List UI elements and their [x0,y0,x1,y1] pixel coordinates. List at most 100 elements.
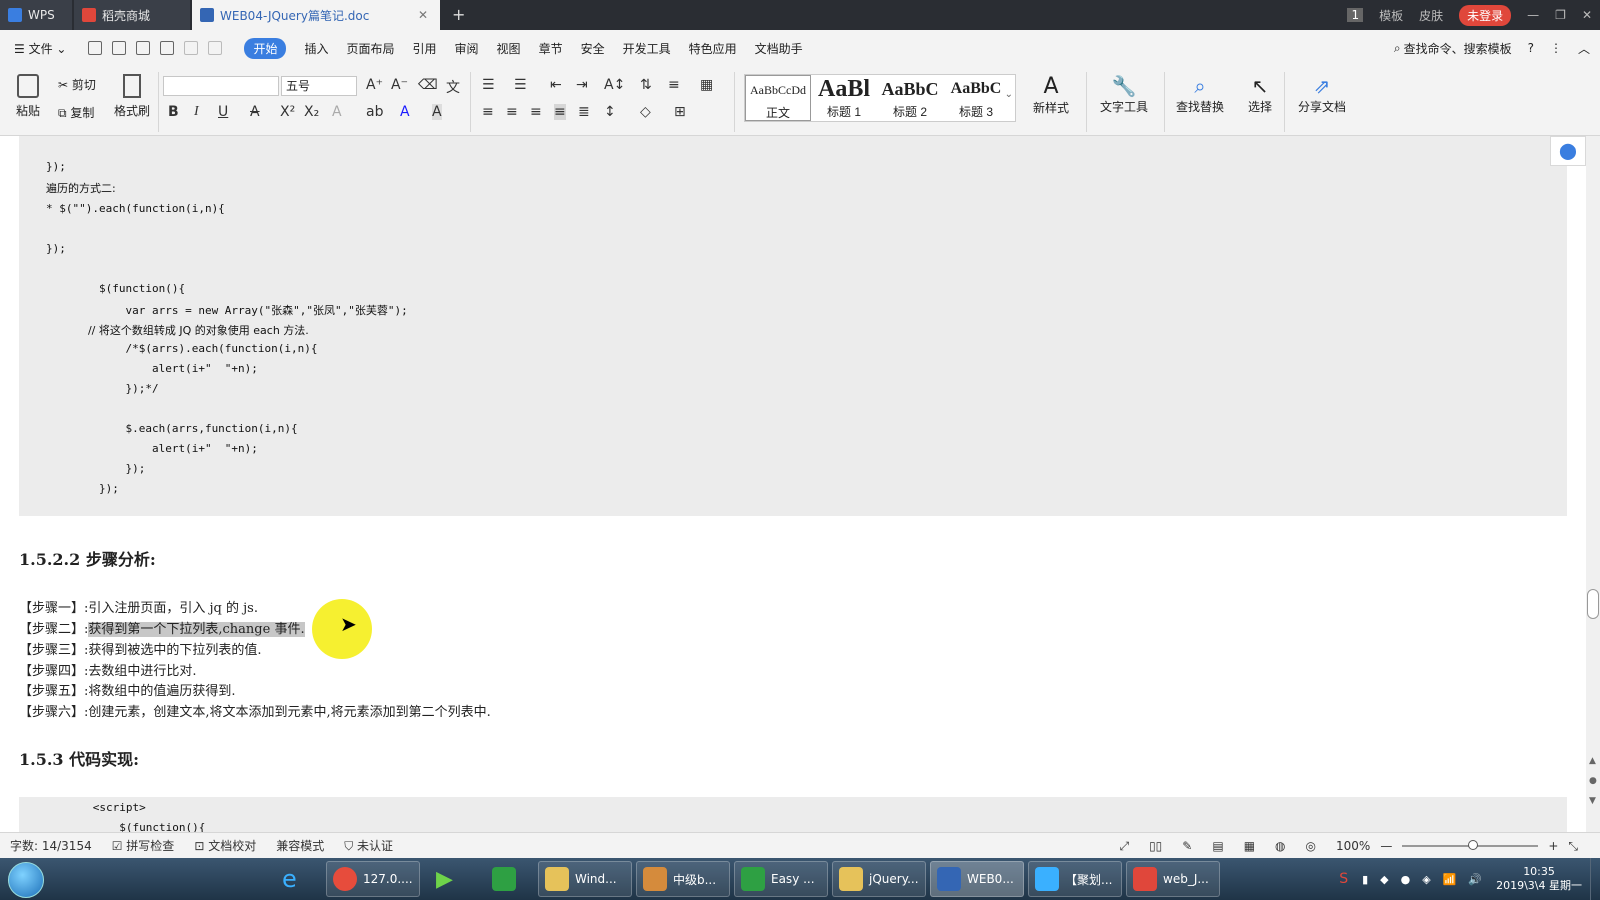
phonetic-guide-icon[interactable]: 文 [446,77,460,97]
eye-protection-icon[interactable]: ◎ [1306,839,1316,853]
file-menu[interactable]: ☰ 文件 ⌄ [14,40,66,57]
paste-button[interactable]: 粘贴 [10,74,46,119]
decrease-font-icon[interactable]: A⁻ [391,77,408,93]
align-left-icon[interactable]: ≡ [482,104,494,120]
network-icon[interactable]: 📶 [1443,873,1457,886]
login-button[interactable]: 未登录 [1459,4,1512,26]
line-spacing-icon[interactable]: ≡ [668,77,680,93]
new-style-button[interactable]: A 新样式 [1026,74,1076,116]
menu-special[interactable]: 特色应用 [689,40,737,57]
tray-app-icon[interactable]: ● [1401,873,1411,886]
style-gallery-scroll[interactable]: ⌄ [1005,89,1013,100]
print-icon[interactable] [136,41,151,55]
menu-developer[interactable]: 开发工具 [623,40,671,57]
borders-icon[interactable]: ⊞ [674,104,686,120]
spell-check-button[interactable]: ☑ 拼写检查 [112,837,175,854]
format-painter-button[interactable]: 格式刷 [112,74,152,119]
undo-icon[interactable] [184,41,199,55]
scroll-down-page-icon[interactable]: ▼ [1589,796,1596,806]
align-right-icon[interactable]: ≡ [530,104,542,120]
new-tab-icon[interactable]: + [452,5,465,24]
export-icon[interactable] [112,41,127,55]
taskbar-app[interactable]: web_J... [1126,861,1220,897]
select-button[interactable]: ↖ 选择 [1240,74,1280,115]
distribute-icon[interactable]: ≣ [578,104,590,120]
more-icon[interactable]: ⋮ [1550,41,1562,55]
zoom-slider-knob[interactable] [1468,840,1479,850]
location-pin-icon[interactable]: ⬤ [1550,136,1586,166]
highlight-icon[interactable]: ab [366,104,383,120]
underline-icon[interactable]: U [218,104,228,120]
menu-review[interactable]: 审阅 [455,40,479,57]
char-shading-icon[interactable]: A [432,104,442,120]
command-search[interactable]: 查找命令、搜索模板 [1404,40,1512,57]
menu-chapter[interactable]: 章节 [539,40,563,57]
clear-format-icon[interactable]: ⌫ [418,77,438,93]
search-icon[interactable]: ⌕ [1394,41,1401,56]
minimize-icon[interactable]: — [1527,8,1539,22]
superscript-icon[interactable]: X² [280,104,295,120]
clock[interactable]: 10:35 2019\3\4 星期一 [1496,865,1582,893]
taskbar-app-icon[interactable] [486,861,526,897]
bullet-list-icon[interactable]: ☰ [482,77,495,93]
menu-start[interactable]: 开始 [244,37,287,59]
scroll-up-page-icon[interactable]: ▲ [1589,756,1596,766]
battery-icon[interactable]: ▮ [1362,873,1368,886]
table-insert-icon[interactable]: ▦ [700,77,713,93]
subscript-icon[interactable]: X₂ [304,104,319,120]
template-button[interactable]: 模板 [1379,7,1403,24]
doc-proof-button[interactable]: ⊡ 文档校对 [194,837,256,854]
share-doc-button[interactable]: ⇗ 分享文档 [1294,74,1350,115]
save-icon[interactable] [88,41,103,55]
help-icon[interactable]: ? [1528,41,1534,55]
tray-app-icon[interactable]: ◆ [1380,873,1388,886]
menu-insert[interactable]: 插入 [304,40,328,57]
strikethrough-icon[interactable]: A [250,104,260,120]
close-tab-icon[interactable]: ✕ [418,8,428,22]
skin-button[interactable]: 皮肤 [1419,7,1443,24]
taskbar-app[interactable]: jQuery... [832,861,926,897]
taskbar-app[interactable]: 中级b... [636,861,730,897]
fit-icon[interactable]: ⤡ [1568,839,1578,854]
font-color-icon[interactable]: A [400,104,410,120]
text-effect-icon[interactable]: A [332,104,342,120]
numbered-list-icon[interactable]: ☰ [514,77,527,93]
window-count-badge[interactable]: 1 [1347,8,1364,22]
text-tools-button[interactable]: 🔧 文字工具 [1092,74,1156,115]
paragraph-spacing-icon[interactable]: ↕ [604,104,616,120]
menu-page-layout[interactable]: 页面布局 [347,40,395,57]
copy-button[interactable]: ⧉ 复制 [58,104,94,121]
input-method-icon[interactable]: S [1339,871,1348,887]
collapse-ribbon-icon[interactable]: ︿ [1578,40,1590,57]
outline-view-icon[interactable]: ▦ [1244,839,1255,853]
style-heading-2[interactable]: AaBbC 标题 2 [877,75,943,121]
fullscreen-icon[interactable]: ⤢ [1119,839,1129,854]
align-center-icon[interactable]: ≡ [506,104,518,120]
menu-references[interactable]: 引用 [413,40,437,57]
restore-icon[interactable]: ❐ [1555,8,1566,22]
tab-wps[interactable]: WPS [0,0,72,30]
font-size-select[interactable]: 五号 [281,76,357,96]
print-preview-icon[interactable] [160,41,175,55]
tray-app-icon[interactable]: ◈ [1422,873,1430,886]
text-direction-icon[interactable]: A↕ [604,77,625,93]
page-view-icon[interactable]: ▤ [1212,839,1223,853]
taskbar-media-icon[interactable]: ▶ [430,861,470,897]
font-name-select[interactable] [163,76,279,96]
word-count[interactable]: 字数: 14/3154 [10,837,92,854]
increase-font-icon[interactable]: A⁺ [366,77,383,93]
menu-view[interactable]: 视图 [497,40,521,57]
sort-icon[interactable]: ⇅ [640,77,652,93]
zoom-level[interactable]: 100% [1336,839,1370,853]
taskbar-ie-icon[interactable]: e [276,861,316,897]
cut-button[interactable]: ✂ 剪切 [58,76,96,93]
taskbar-app[interactable]: 127.0.... [326,861,420,897]
find-replace-button[interactable]: ⌕ 查找替换 [1168,74,1232,115]
italic-icon[interactable]: I [194,104,199,120]
increase-indent-icon[interactable]: ⇥ [576,77,588,93]
edit-view-icon[interactable]: ✎ [1182,839,1192,853]
taskbar-app[interactable]: WEB0... [930,861,1024,897]
menu-security[interactable]: 安全 [581,40,605,57]
start-button[interactable] [8,862,44,898]
redo-icon[interactable] [208,41,223,55]
